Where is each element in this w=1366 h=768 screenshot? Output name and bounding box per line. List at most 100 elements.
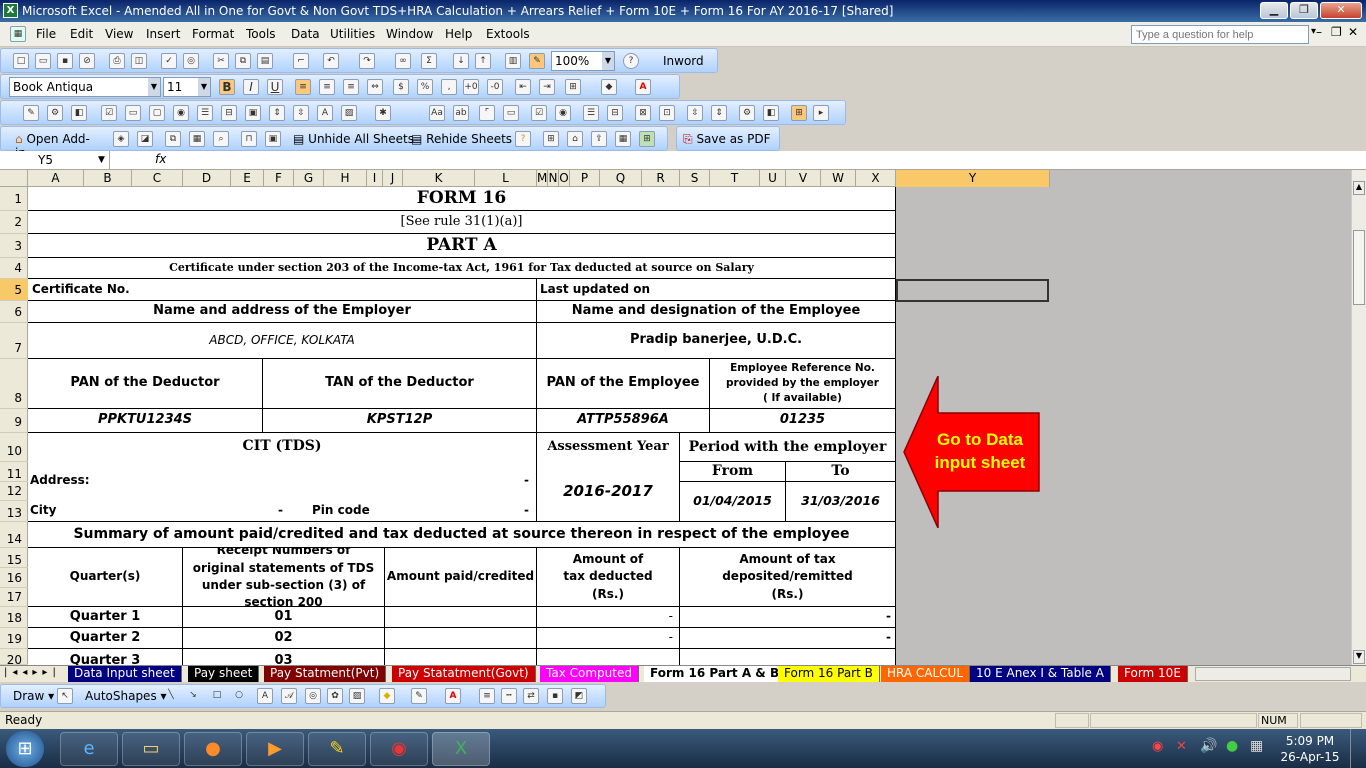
menu-view[interactable]: View [105,27,133,41]
ie-taskbar-icon[interactable]: e [60,732,118,766]
quarter-receipt[interactable]: 02 [183,628,385,649]
spelling-icon[interactable]: ✓ [161,53,177,69]
row-header[interactable]: 16 [0,568,28,588]
checkbox-control-icon[interactable]: ☑ [101,105,117,121]
table-icon[interactable]: ⊞ [543,131,559,147]
tax-deducted-header[interactable]: Amount of tax deducted (Rs.) [537,548,680,607]
more-controls-icon[interactable]: ✱ [375,105,391,121]
bulb-icon[interactable]: ? [515,131,531,147]
group-box-icon[interactable]: ⌜ [479,105,495,121]
col-header[interactable]: B [84,170,132,187]
merge-center-icon[interactable]: ⇔ [367,79,383,95]
row-header[interactable]: 17 [0,588,28,607]
to-label[interactable]: To [786,462,896,482]
col-header[interactable]: M [537,170,548,187]
employer-header[interactable]: Name and address of the Employer [28,301,537,323]
oval-icon[interactable]: ○ [231,688,247,704]
menu-format[interactable]: Format [192,27,234,41]
research-icon[interactable]: ◎ [183,53,199,69]
form-checkbox-icon[interactable]: ☑ [531,105,547,121]
period-label[interactable]: Period with the employer [680,433,896,462]
formula-input[interactable] [172,151,1362,170]
decrease-indent-icon[interactable]: ⇤ [515,79,531,95]
italic-button[interactable]: I [243,79,259,95]
dash-style-icon[interactable]: ┅ [501,688,517,704]
format-painter-icon[interactable]: ⌐ [293,53,309,69]
col-header[interactable]: S [680,170,710,187]
save-icon[interactable]: ▪ [57,53,73,69]
3d-style-icon[interactable]: ◩ [571,688,587,704]
from-label[interactable]: From [680,462,786,482]
line-style-icon[interactable]: ≡ [479,688,495,704]
autosum-icon[interactable]: Σ [421,53,437,69]
col-header[interactable]: Q [600,170,642,187]
quarter-receipt[interactable]: 03 [183,649,385,665]
row-header[interactable]: 15 [0,548,28,568]
row-header[interactable]: 1 [0,187,28,211]
menu-help[interactable]: Help [445,27,472,41]
workbook-icon[interactable]: ▦ [10,26,26,42]
certificate-no-label[interactable]: Certificate No. [28,279,537,301]
form-combo-list-icon[interactable]: ⊠ [635,105,651,121]
row-header[interactable]: 11 [0,462,28,482]
scroll-up-icon[interactable]: ▲ [1353,181,1365,195]
listbox-control-icon[interactable]: ☰ [197,105,213,121]
quarter-name[interactable]: Quarter 2 [28,628,183,649]
app-taskbar-icon[interactable]: ✎ [308,732,366,766]
quarter-name[interactable]: Quarter 1 [28,607,183,628]
label-form-icon[interactable]: Aa [429,105,445,121]
properties-icon[interactable]: ⚙ [47,105,63,121]
edit-code-icon[interactable]: ◧ [763,105,779,121]
col-header[interactable]: H [324,170,367,187]
form-listbox-icon[interactable]: ☰ [583,105,599,121]
sort-ascending-icon[interactable]: ↓ [453,53,469,69]
col-header[interactable]: P [570,170,600,187]
form-spinner-icon[interactable]: ⇕ [711,105,727,121]
help-icon[interactable]: ? [623,53,639,69]
row-header[interactable]: 4 [0,258,28,279]
drawing-icon[interactable]: ✎ [529,53,545,69]
align-left-icon[interactable]: ≡ [295,79,311,95]
chart-wizard-icon[interactable]: ▥ [505,53,521,69]
design-mode-icon[interactable]: ✎ [23,105,39,121]
button-control-icon[interactable]: ▢ [149,105,165,121]
menu-extools[interactable]: Extools [486,27,530,41]
row-header[interactable]: 7 [0,323,28,359]
col-header[interactable]: J [383,170,403,187]
row-header[interactable]: 2 [0,211,28,234]
grid-green-icon[interactable]: ⊞ [639,131,655,147]
menu-window[interactable]: Window [386,27,433,41]
line-icon[interactable]: ╲ [163,688,179,704]
draw-menu-button[interactable]: Draw ▾ [13,689,54,703]
row-header-selected[interactable]: 5 [0,279,28,301]
city-label[interactable]: City [30,503,56,517]
pan-deductor-value[interactable]: PPKTU1234S [28,409,263,433]
shadow-style-icon[interactable]: ▪ [547,688,563,704]
form-rule[interactable]: [See rule 31(1)(a)] [28,211,896,234]
explorer-taskbar-icon[interactable]: ▭ [122,732,180,766]
tax-deposited-header[interactable]: Amount of tax deposited/remitted (Rs.) [680,548,896,607]
certificate-description[interactable]: Certificate under section 203 of the Inc… [28,258,896,279]
autoshapes-menu-button[interactable]: AutoShapes ▾ [85,689,167,703]
network-icon[interactable]: ▦ [1250,738,1263,754]
employee-value[interactable]: Pradip banerjee, U.D.C. [537,323,896,359]
font-color-draw-icon[interactable]: A [445,688,461,704]
increase-decimal-icon[interactable]: +0 [463,79,479,95]
undo-icon[interactable]: ↶ [323,53,339,69]
amount-paid-header[interactable]: Amount paid/credited [385,548,537,607]
toggle-grid-icon[interactable]: ⊞ [791,105,807,121]
form-combo-drop-icon[interactable]: ⊡ [659,105,675,121]
control-properties-icon[interactable]: ⚙ [739,105,755,121]
clock[interactable]: 5:09 PM 26-Apr-15 [1280,733,1340,765]
col-header[interactable]: U [760,170,786,187]
form-combo-icon[interactable]: ⊟ [607,105,623,121]
cut-icon[interactable]: ✂ [213,53,229,69]
col-header-selected[interactable]: Y [896,170,1050,187]
quarter-amount-paid[interactable] [385,607,537,628]
tab-form16-part-a-b[interactable]: Form 16 Part A & B [644,666,787,682]
chrome-taskbar-icon[interactable]: ◉ [370,732,428,766]
picture-icon[interactable]: ▨ [349,688,365,704]
scroll-down-icon[interactable]: ▼ [1353,650,1365,664]
increase-indent-icon[interactable]: ⇥ [539,79,555,95]
tray-app-icon[interactable]: ✕ [1176,739,1187,754]
